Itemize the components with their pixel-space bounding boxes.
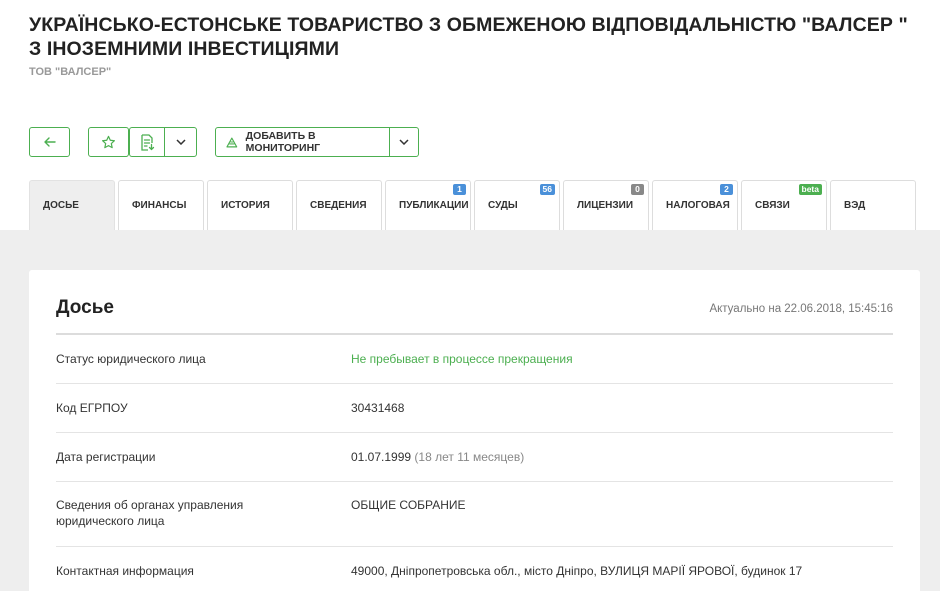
tab-publications[interactable]: ПУБЛИКАЦИИ 1 <box>385 180 471 230</box>
registration-date: 01.07.1999 <box>351 450 412 464</box>
dossier-updated-timestamp: Актуально на 22.06.2018, 15:45:16 <box>709 303 893 315</box>
dossier-row-status: Статус юридического лица Не пребывает в … <box>56 335 893 384</box>
row-value: 49000, Дніпропетровська обл., місто Дніп… <box>351 564 803 578</box>
chevron-down-icon <box>175 139 186 145</box>
dossier-row-management: Сведения об органах управления юридическ… <box>56 482 893 547</box>
dossier-row-registration-date: Дата регистрации 01.07.1999 (18 лет 11 м… <box>56 433 893 482</box>
row-value: 01.07.1999 (18 лет 11 месяцев) <box>351 449 524 465</box>
radar-icon <box>226 137 238 147</box>
tab-label: СВЕДЕНИЯ <box>310 200 367 211</box>
tab-label: ВЭД <box>844 200 866 211</box>
row-label: Статус юридического лица <box>56 352 206 366</box>
tab-label: ИСТОРИЯ <box>221 200 270 211</box>
dossier-row-edrpou: Код ЕГРПОУ 30431468 <box>56 384 893 433</box>
registration-age: (18 лет 11 месяцев) <box>414 450 525 464</box>
tab-badge-beta: beta <box>798 184 822 195</box>
tab-label: СВЯЗИ <box>755 200 790 211</box>
row-value: 30431468 <box>351 401 405 415</box>
back-button[interactable] <box>29 127 70 157</box>
row-label: Код ЕГРПОУ <box>56 401 128 415</box>
page-header: УКРАЇНСЬКО-ЕСТОНСЬКЕ ТОВАРИСТВО З ОБМЕЖЕ… <box>0 0 940 230</box>
export-button[interactable] <box>129 127 165 157</box>
company-short-name: ТОВ "ВАЛСЕР" <box>29 66 112 78</box>
row-value: Не пребывает в процессе прекращения <box>351 352 573 366</box>
tab-dossier[interactable]: ДОСЬЕ <box>29 180 115 230</box>
add-to-monitoring-button[interactable]: ДОБАВИТЬ В МОНИТОРИНГ <box>215 127 390 157</box>
tab-courts[interactable]: СУДЫ 56 <box>474 180 560 230</box>
tab-details[interactable]: СВЕДЕНИЯ <box>296 180 382 230</box>
tab-history[interactable]: ИСТОРИЯ <box>207 180 293 230</box>
dossier-card: Досье Актуально на 22.06.2018, 15:45:16 … <box>29 270 920 591</box>
tab-label: ЛИЦЕНЗИИ <box>577 200 634 211</box>
tab-label: СУДЫ <box>488 200 518 211</box>
row-label: Контактная информация <box>56 564 194 578</box>
favorite-button[interactable] <box>88 127 129 157</box>
tab-label: ФИНАНСЫ <box>132 200 187 211</box>
row-label: Дата регистрации <box>56 450 156 464</box>
tab-finances[interactable]: ФИНАНСЫ <box>118 180 204 230</box>
document-export-icon <box>141 133 155 151</box>
tab-connections[interactable]: СВЯЗИ beta <box>741 180 827 230</box>
tab-licenses[interactable]: ЛИЦЕНЗИИ 0 <box>563 180 649 230</box>
tab-badge-count: 2 <box>720 184 733 195</box>
tab-foreign-trade[interactable]: ВЭД <box>830 180 916 230</box>
company-full-name: УКРАЇНСЬКО-ЕСТОНСЬКЕ ТОВАРИСТВО З ОБМЕЖЕ… <box>29 14 908 60</box>
dossier-row-contact: Контактная информация 49000, Дніпропетро… <box>56 547 893 591</box>
row-label: Сведения об органах управления юридическ… <box>56 498 244 528</box>
tab-label: ПУБЛИКАЦИИ <box>399 200 469 211</box>
dossier-title: Досье <box>56 297 114 318</box>
tab-label: ДОСЬЕ <box>43 200 79 211</box>
monitoring-dropdown-button[interactable] <box>389 127 419 157</box>
tab-label: НАЛОГОВАЯ <box>666 200 730 211</box>
tab-tax[interactable]: НАЛОГОВАЯ 2 <box>652 180 738 230</box>
row-value: ОБЩИЕ СОБРАНИЕ <box>351 498 466 512</box>
export-dropdown-button[interactable] <box>164 127 197 157</box>
star-icon <box>101 135 116 148</box>
arrow-left-icon <box>43 137 56 147</box>
add-to-monitoring-label: ДОБАВИТЬ В МОНИТОРИНГ <box>245 130 321 154</box>
tab-badge-count: 56 <box>539 184 555 195</box>
tab-badge-count: 1 <box>453 184 466 195</box>
chevron-down-icon <box>399 139 409 145</box>
tab-badge-count: 0 <box>631 184 644 195</box>
